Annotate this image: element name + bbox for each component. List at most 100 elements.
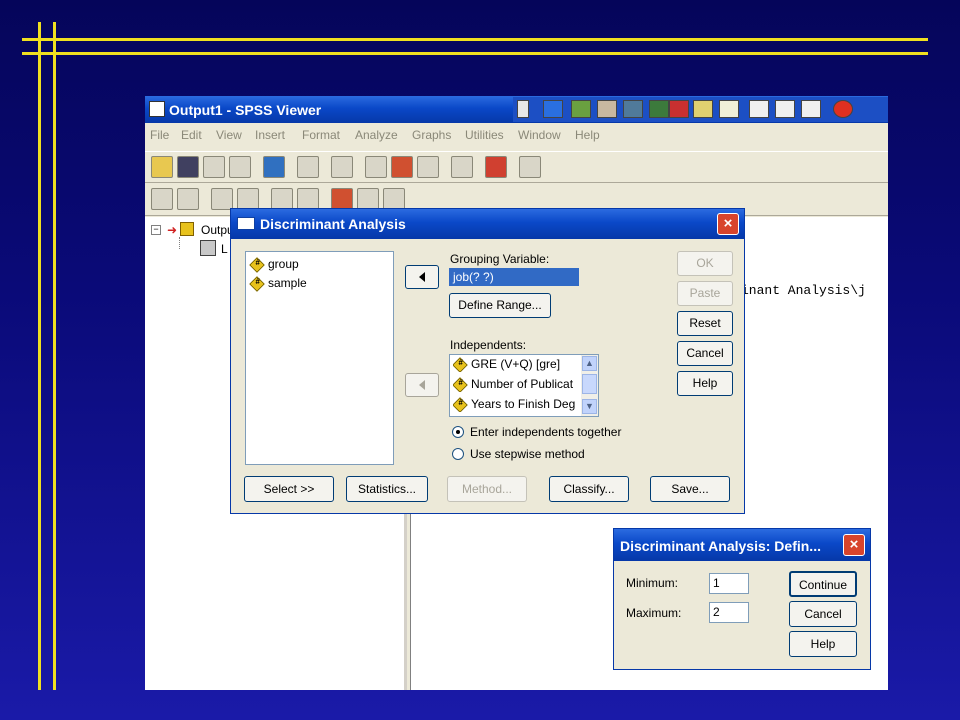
arrow-left-icon[interactable] bbox=[151, 188, 173, 210]
taskbar-icon-9[interactable] bbox=[719, 100, 739, 118]
taskbar-icon-1[interactable] bbox=[517, 100, 529, 118]
discriminant-titlebar[interactable]: Discriminant Analysis × bbox=[231, 209, 744, 239]
save-button[interactable]: Save... bbox=[650, 476, 730, 502]
classify-button[interactable]: Classify... bbox=[549, 476, 629, 502]
ok-button[interactable]: OK bbox=[677, 251, 733, 276]
move-to-grouping-button[interactable] bbox=[405, 265, 439, 289]
open-icon[interactable] bbox=[151, 156, 173, 178]
define-range-dialog: Discriminant Analysis: Defin... × Minimu… bbox=[613, 528, 871, 670]
menu-view[interactable]: View bbox=[216, 128, 242, 142]
grouping-variable-field[interactable]: job(? ?) bbox=[449, 268, 579, 286]
select-button[interactable]: Select >> bbox=[244, 476, 334, 502]
tree-root-label[interactable]: Outpu bbox=[201, 223, 234, 237]
taskbar-icon-12[interactable] bbox=[801, 100, 821, 118]
statistics-button[interactable]: Statistics... bbox=[346, 476, 428, 502]
menu-file[interactable]: File bbox=[150, 128, 169, 142]
taskbar-icon-3[interactable] bbox=[571, 100, 591, 118]
menu-insert[interactable]: Insert bbox=[255, 128, 285, 142]
independents-list[interactable]: GRE (V+Q) [gre] Number of Publicat Years… bbox=[449, 354, 599, 417]
menu-help[interactable]: Help bbox=[575, 128, 600, 142]
insert-title-icon[interactable] bbox=[357, 188, 379, 210]
independent-item[interactable]: Years to Finish Deg bbox=[453, 397, 581, 412]
stepwise-label[interactable]: Use stepwise method bbox=[470, 447, 585, 461]
source-variable-item[interactable]: group bbox=[249, 257, 299, 273]
hide-icon[interactable] bbox=[297, 188, 319, 210]
independent-label: Years to Finish Deg bbox=[471, 397, 576, 411]
taskbar-icon-5[interactable] bbox=[623, 100, 643, 118]
designate-window-icon[interactable] bbox=[485, 156, 507, 178]
enter-together-label[interactable]: Enter independents together bbox=[470, 425, 621, 439]
arrow-right-icon[interactable] bbox=[177, 188, 199, 210]
run-icon[interactable] bbox=[519, 156, 541, 178]
tree-collapse-icon[interactable]: − bbox=[151, 225, 161, 235]
tree-line bbox=[179, 237, 180, 249]
source-variable-label: group bbox=[268, 257, 299, 271]
insert-text-icon[interactable] bbox=[383, 188, 405, 210]
define-range-help-button[interactable]: Help bbox=[789, 631, 857, 657]
taskbar-icon-7[interactable] bbox=[669, 100, 689, 118]
independent-item[interactable]: GRE (V+Q) [gre] bbox=[453, 357, 581, 372]
data-editor-icon[interactable] bbox=[365, 156, 387, 178]
menu-edit[interactable]: Edit bbox=[181, 128, 202, 142]
paste-button[interactable]: Paste bbox=[677, 281, 733, 306]
stepwise-radio[interactable] bbox=[452, 448, 464, 460]
viewer-titlebar[interactable]: Output1 - SPSS Viewer bbox=[145, 96, 888, 123]
grouping-variable-label: Grouping Variable: bbox=[450, 252, 550, 266]
content-log-text: inant Analysis\j bbox=[741, 283, 866, 298]
menu-utilities[interactable]: Utilities bbox=[465, 128, 504, 142]
maximum-field[interactable]: 2 bbox=[709, 602, 749, 623]
move-to-independents-button[interactable] bbox=[405, 373, 439, 397]
numeric-variable-icon bbox=[249, 257, 265, 273]
help-button[interactable]: Help bbox=[677, 371, 733, 396]
undo-icon[interactable] bbox=[331, 156, 353, 178]
tree-child-label[interactable]: L bbox=[221, 242, 228, 256]
source-variable-item[interactable]: sample bbox=[249, 276, 307, 292]
decor-line-horizontal-bottom bbox=[22, 52, 928, 55]
numeric-variable-icon bbox=[453, 357, 468, 372]
maximum-label: Maximum: bbox=[626, 606, 682, 620]
taskbar-icon-11[interactable] bbox=[775, 100, 795, 118]
source-variable-list[interactable]: group sample bbox=[245, 251, 394, 465]
show-icon[interactable] bbox=[271, 188, 293, 210]
recall-dialog-icon[interactable] bbox=[297, 156, 319, 178]
reset-button[interactable]: Reset bbox=[677, 311, 733, 336]
menu-window[interactable]: Window bbox=[518, 128, 561, 142]
independents-label: Independents: bbox=[450, 338, 527, 352]
menu-analyze[interactable]: Analyze bbox=[355, 128, 398, 142]
taskbar-icon-2[interactable] bbox=[543, 100, 563, 118]
taskbar-icon-8[interactable] bbox=[693, 100, 713, 118]
scroll-thumb[interactable] bbox=[582, 374, 597, 394]
use-sets-icon[interactable] bbox=[451, 156, 473, 178]
taskbar-icon-13[interactable] bbox=[833, 100, 853, 118]
minimum-label: Minimum: bbox=[626, 576, 679, 590]
define-range-titlebar[interactable]: Discriminant Analysis: Defin... × bbox=[614, 529, 870, 561]
taskbar-icon-10[interactable] bbox=[749, 100, 769, 118]
menu-graphs[interactable]: Graphs bbox=[412, 128, 451, 142]
save-icon[interactable] bbox=[177, 156, 199, 178]
goto-case-icon[interactable] bbox=[391, 156, 413, 178]
taskbar-icon-6[interactable] bbox=[649, 100, 669, 118]
continue-button[interactable]: Continue bbox=[789, 571, 857, 597]
cancel-button[interactable]: Cancel bbox=[677, 341, 733, 366]
scroll-down-icon[interactable]: ▼ bbox=[582, 399, 597, 414]
menu-format[interactable]: Format bbox=[302, 128, 340, 142]
insert-heading-icon[interactable] bbox=[331, 188, 353, 210]
enter-together-radio[interactable] bbox=[452, 426, 464, 438]
decor-line-vertical-right bbox=[53, 22, 56, 690]
independent-item[interactable]: Number of Publicat bbox=[453, 377, 581, 392]
minimum-field[interactable]: 1 bbox=[709, 573, 749, 594]
taskbar-icon-4[interactable] bbox=[597, 100, 617, 118]
define-range-close-button[interactable]: × bbox=[843, 534, 865, 556]
scroll-up-icon[interactable]: ▲ bbox=[582, 356, 597, 371]
collapse-icon[interactable] bbox=[237, 188, 259, 210]
method-button[interactable]: Method... bbox=[447, 476, 527, 502]
define-range-cancel-button[interactable]: Cancel bbox=[789, 601, 857, 627]
print-preview-icon[interactable] bbox=[229, 156, 251, 178]
export-icon[interactable] bbox=[263, 156, 285, 178]
variables-icon[interactable] bbox=[417, 156, 439, 178]
print-icon[interactable] bbox=[203, 156, 225, 178]
independents-scrollbar[interactable]: ▲ ▼ bbox=[581, 355, 598, 416]
define-range-button[interactable]: Define Range... bbox=[449, 293, 551, 318]
discriminant-close-button[interactable]: × bbox=[717, 213, 739, 235]
expand-icon[interactable] bbox=[211, 188, 233, 210]
